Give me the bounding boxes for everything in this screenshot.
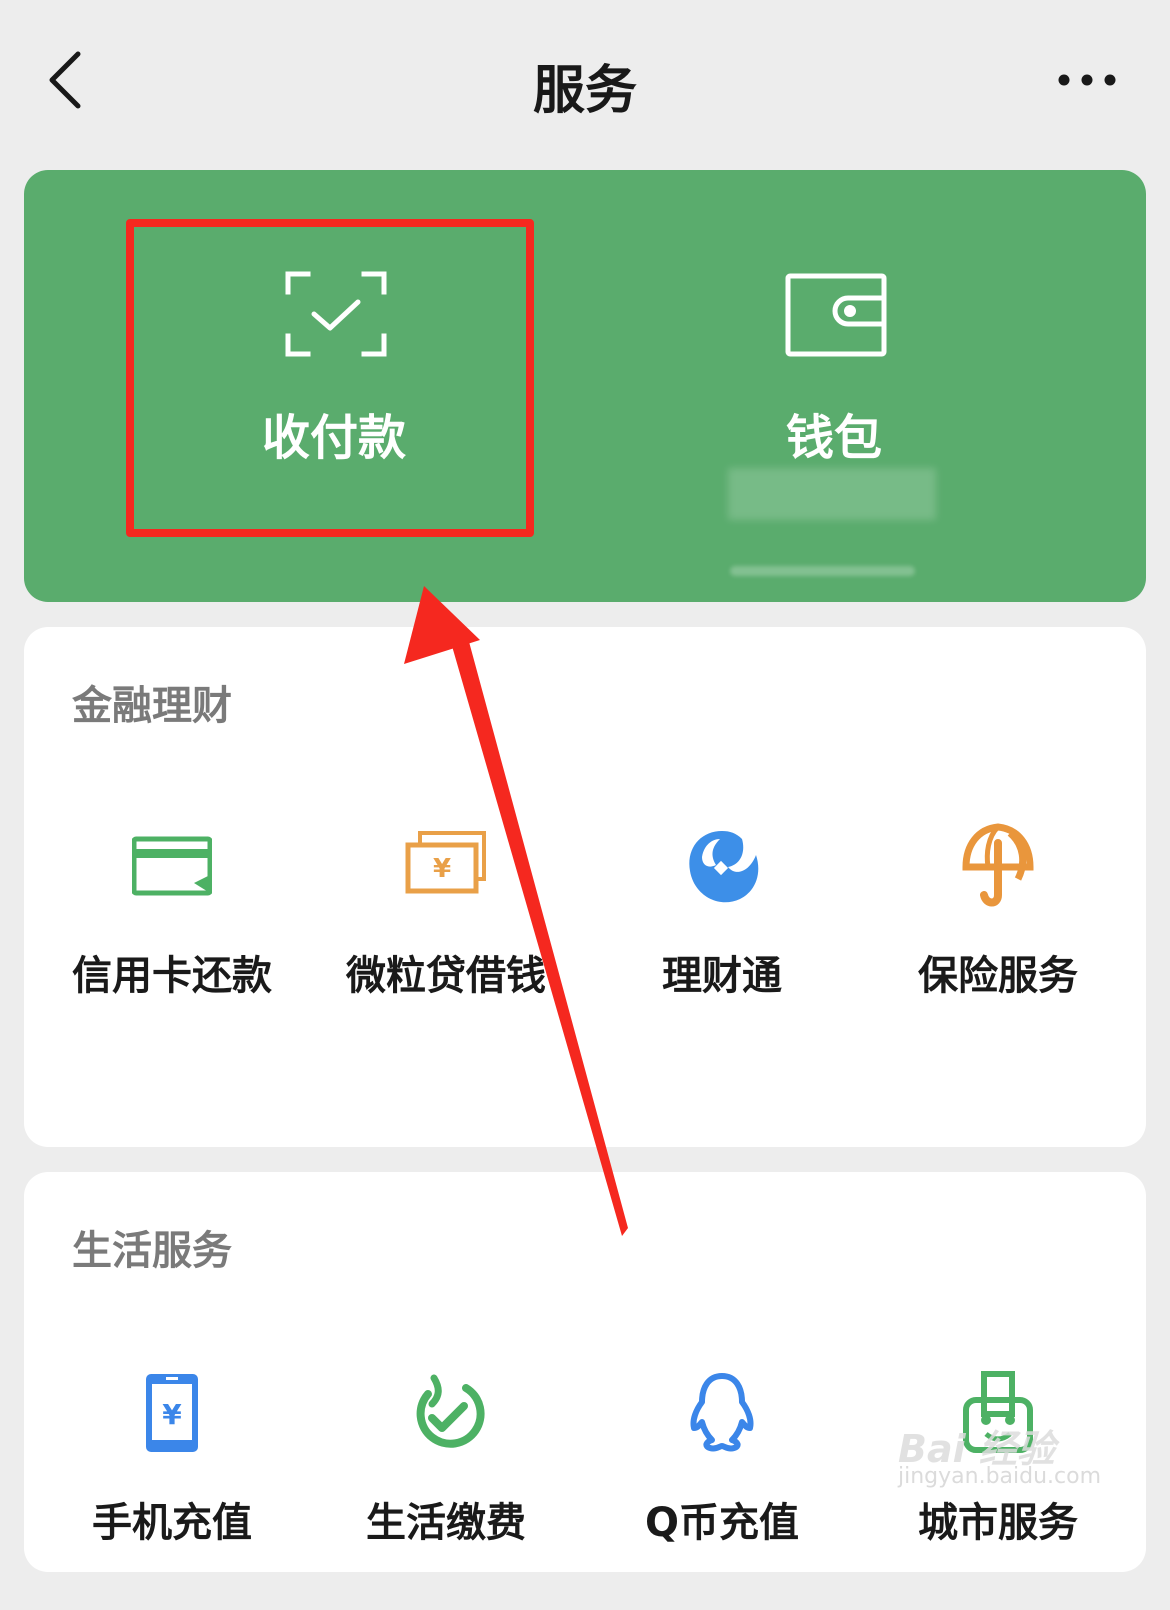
svg-text:¥: ¥ [433,854,451,884]
wallet-button[interactable]: 钱包 [634,170,1034,602]
blurred-underline [730,566,915,576]
nav-bar: 服务 [0,0,1170,160]
annotation-highlight-box [126,219,534,537]
credit-card-icon [132,836,212,896]
wallet-label: 钱包 [785,410,882,466]
page-title: 服务 [532,61,637,121]
wallet-icon [785,273,887,357]
credit-card-repay-tile[interactable]: 信用卡还款 [32,823,312,1063]
credit-card-repay-label: 信用卡还款 [72,953,272,999]
phone-recharge-icon: ¥ [146,1374,198,1452]
qb-recharge-label: Q币充值 [644,1500,799,1546]
phone-recharge-tile[interactable]: ¥ 手机充值 [32,1370,312,1610]
phone-recharge-label: 手机充值 [92,1500,252,1546]
licaitong-icon [689,831,759,903]
insurance-tile[interactable]: 保险服务 [858,823,1138,1063]
watermark-url: jingyan.baidu.com [898,1464,1102,1489]
licaitong-tile[interactable]: 理财通 [582,823,862,1063]
life-section-title: 生活服务 [72,1228,232,1274]
qb-recharge-tile[interactable]: Q币充值 [582,1370,862,1610]
bill-payment-label: 生活缴费 [366,1500,526,1546]
finance-section: 金融理财 信用卡还款 ¥ 微粒贷借钱 理财通 保险服务 [24,627,1146,1147]
umbrella-icon [962,823,1034,907]
bill-payment-tile[interactable]: 生活缴费 [306,1370,586,1610]
banknote-icon: ¥ [405,831,486,894]
life-section: 生活服务 ¥ 手机充值 生活缴费 Q币充值 城市服务 [24,1172,1146,1572]
blurred-balance [728,468,936,520]
more-options-icon[interactable] [1052,60,1122,100]
licaitong-label: 理财通 [662,953,782,999]
weilidai-loan-tile[interactable]: ¥ 微粒贷借钱 [306,823,586,1063]
qq-penguin-icon [690,1373,754,1452]
city-service-tile[interactable]: 城市服务 [858,1370,1138,1610]
city-service-label: 城市服务 [918,1500,1078,1546]
finance-section-title: 金融理财 [72,683,232,729]
insurance-label: 保险服务 [918,953,1078,999]
svg-text:¥: ¥ [162,1398,182,1431]
bill-payment-icon [416,1374,485,1448]
weilidai-loan-label: 微粒贷借钱 [346,953,546,999]
